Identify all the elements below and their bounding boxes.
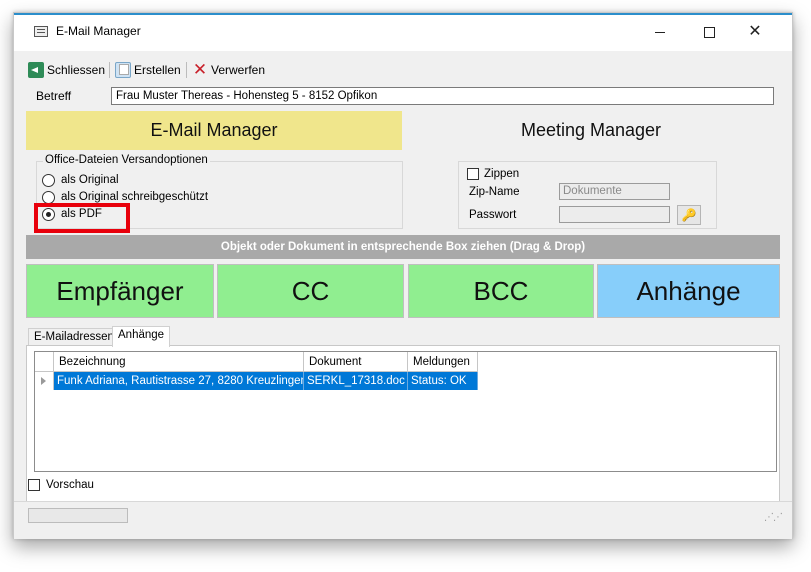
attachments-grid: Bezeichnung Dokument Meldungen Funk Adri…	[34, 351, 777, 472]
minimize-button[interactable]	[646, 21, 674, 43]
zip-checkbox-label: Zippen	[484, 168, 520, 180]
exit-door-icon	[28, 62, 44, 78]
preview-checkbox[interactable]	[28, 479, 40, 491]
table-row[interactable]: Funk Adriana, Rautistrasse 27, 8280 Kreu…	[35, 372, 776, 390]
red-x-icon: ✕	[192, 60, 208, 79]
radio-label: als Original schreibgeschützt	[61, 191, 209, 203]
radio-button[interactable]	[42, 190, 55, 204]
create-button[interactable]: Erstellen	[115, 61, 181, 79]
preview-label: Vorschau	[46, 479, 94, 491]
tab-email-addresses[interactable]: E-Mailadressen	[28, 328, 120, 346]
drag-drop-hint-bar: Objekt oder Dokument in entsprechende Bo…	[26, 235, 780, 259]
attachments-drop-box[interactable]: Anhänge	[597, 264, 780, 318]
resize-grip-icon[interactable]: ⋰⋰	[764, 512, 783, 526]
cc-drop-box[interactable]: CC	[217, 264, 404, 318]
title-bar: E-Mail Manager ✕	[14, 13, 792, 51]
email-manager-mode-button[interactable]: E-Mail Manager	[26, 111, 402, 150]
column-header-bezeichnung[interactable]: Bezeichnung	[54, 352, 304, 372]
radio-button[interactable]	[42, 173, 55, 187]
zip-checkbox[interactable]	[467, 168, 479, 180]
grid-header: Bezeichnung Dokument Meldungen	[35, 352, 776, 372]
window-title: E-Mail Manager	[56, 24, 141, 38]
close-window-button[interactable]: ✕	[741, 21, 769, 43]
zip-name-label: Zip-Name	[469, 186, 520, 198]
preview-checkbox-row[interactable]: Vorschau	[28, 479, 94, 491]
grid-corner	[35, 352, 54, 372]
password-input[interactable]	[559, 206, 670, 223]
recipient-drop-box[interactable]: Empfänger	[26, 264, 214, 318]
tab-content-panel: Bezeichnung Dokument Meldungen Funk Adri…	[26, 345, 780, 507]
row-indicator-icon	[35, 372, 54, 390]
status-progress-bar	[28, 508, 128, 523]
radio-label: als Original	[61, 174, 119, 186]
key-icon-button[interactable]: 🔑	[677, 205, 701, 225]
red-highlight-box	[34, 203, 130, 233]
envelope-app-icon	[34, 26, 48, 37]
toolbar-separator	[109, 62, 110, 78]
password-label: Passwort	[469, 209, 517, 221]
close-button-label: Schliessen	[47, 63, 106, 77]
subject-input[interactable]: Frau Muster Thereas - Hohensteg 5 - 8152…	[111, 87, 774, 105]
zip-name-input[interactable]: Dokumente	[559, 183, 670, 200]
office-options-legend: Office-Dateien Versandoptionen	[43, 154, 210, 166]
column-header-meldungen[interactable]: Meldungen	[408, 352, 478, 372]
cell-bezeichnung[interactable]: Funk Adriana, Rautistrasse 27, 8280 Kreu…	[54, 372, 304, 390]
radio-als-original[interactable]: als Original	[42, 172, 119, 188]
bcc-drop-box[interactable]: BCC	[408, 264, 594, 318]
zip-options-group: Zippen Zip-Name Dokumente Passwort 🔑	[458, 161, 717, 229]
tab-attachments[interactable]: Anhänge	[112, 326, 171, 347]
column-header-dokument[interactable]: Dokument	[304, 352, 408, 372]
discard-button[interactable]: ✕ Verwerfen	[192, 61, 265, 79]
maximize-button[interactable]	[695, 21, 723, 43]
discard-button-label: Verwerfen	[211, 63, 266, 77]
email-manager-window: E-Mail Manager ✕ Schliessen Erstellen ✕ …	[13, 12, 793, 539]
meeting-manager-mode-button[interactable]: Meeting Manager	[402, 111, 780, 150]
close-button[interactable]: Schliessen	[28, 61, 105, 79]
toolbar: Schliessen Erstellen ✕ Verwerfen	[14, 58, 792, 82]
create-button-label: Erstellen	[134, 63, 181, 77]
cell-meldungen[interactable]: Status: OK	[408, 372, 478, 390]
create-mail-icon	[115, 62, 131, 78]
toolbar-separator	[186, 62, 187, 78]
subject-label: Betreff	[36, 89, 72, 103]
zip-checkbox-row[interactable]: Zippen	[467, 168, 519, 180]
status-bar: ⋰⋰	[14, 501, 792, 539]
cell-dokument[interactable]: SERKL_17318.doc	[304, 372, 408, 390]
subject-row: Betreff Frau Muster Thereas - Hohensteg …	[14, 85, 792, 107]
